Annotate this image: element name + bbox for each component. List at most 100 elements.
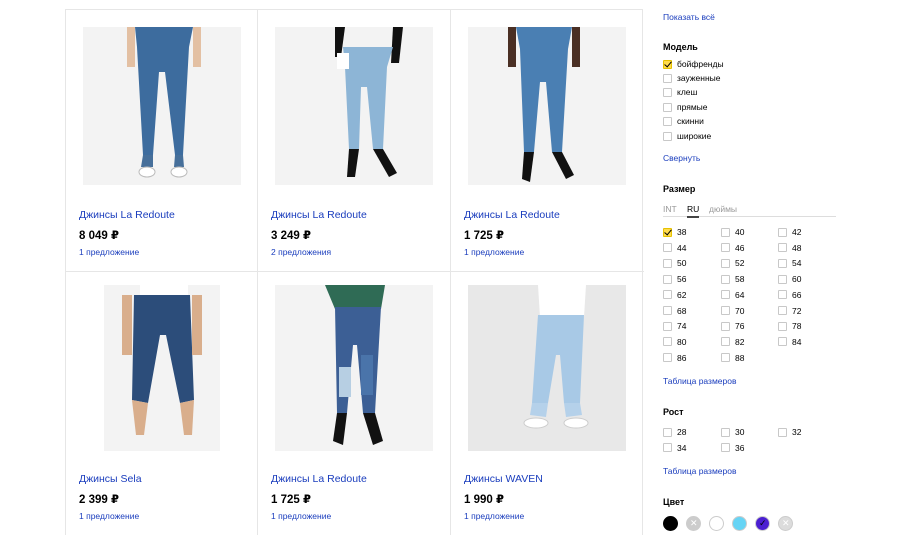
checkbox[interactable] [663, 306, 672, 315]
checkbox[interactable] [663, 321, 672, 331]
product-card[interactable]: Джинсы La Redoute 1 725 ₽ 1 предложение [258, 272, 451, 535]
product-image[interactable] [83, 27, 241, 185]
checkbox[interactable] [721, 353, 730, 363]
checkbox[interactable] [663, 258, 672, 268]
checkbox[interactable] [663, 102, 672, 112]
product-title[interactable]: Джинсы La Redoute [79, 209, 175, 221]
tab-int[interactable]: INT [663, 204, 677, 214]
model-option-boyfriend[interactable]: бойфренды [663, 59, 724, 69]
size-option-52[interactable]: 52 [721, 258, 744, 268]
size-option-72[interactable]: 72 [778, 306, 801, 316]
size-option-38[interactable]: 38 [663, 227, 686, 237]
product-offers-link[interactable]: 1 предложение [79, 511, 139, 521]
model-option-slim[interactable]: зауженные [663, 73, 721, 83]
size-option-64[interactable]: 64 [721, 290, 744, 300]
product-card[interactable]: Джинсы La Redoute 8 049 ₽ 1 предложение [66, 10, 258, 272]
checkbox[interactable] [663, 87, 672, 97]
product-title[interactable]: Джинсы La Redoute [464, 209, 560, 221]
color-swatch-light-blue[interactable] [732, 516, 747, 531]
checkbox[interactable] [778, 243, 787, 253]
checkbox[interactable] [778, 227, 787, 237]
size-option-74[interactable]: 74 [663, 321, 686, 331]
checkbox[interactable] [721, 321, 730, 331]
product-offers-link[interactable]: 1 предложение [271, 511, 331, 521]
product-card[interactable]: Джинсы La Redoute 1 725 ₽ 1 предложение [451, 10, 644, 272]
checkbox[interactable] [721, 227, 730, 237]
height-option-36[interactable]: 36 [721, 443, 744, 453]
checkbox[interactable] [663, 73, 672, 83]
height-table-link[interactable]: Таблица размеров [663, 466, 737, 476]
checkbox[interactable] [778, 337, 787, 347]
checkbox[interactable] [663, 427, 672, 437]
checkbox[interactable] [721, 306, 730, 315]
tab-inches[interactable]: дюймы [709, 204, 737, 214]
checkbox[interactable] [663, 290, 672, 300]
size-option-66[interactable]: 66 [778, 290, 801, 300]
size-option-68[interactable]: 68 [663, 306, 686, 316]
product-image[interactable] [104, 285, 220, 451]
checkbox[interactable] [778, 321, 787, 331]
collapse-link[interactable]: Свернуть [663, 153, 700, 163]
checkbox[interactable] [778, 258, 787, 268]
size-option-70[interactable]: 70 [721, 306, 744, 316]
checkbox[interactable] [663, 337, 672, 347]
product-image[interactable] [468, 27, 626, 185]
checkbox[interactable] [778, 427, 787, 437]
checkbox[interactable] [663, 227, 672, 237]
color-swatch-white[interactable] [709, 516, 724, 531]
size-option-62[interactable]: 62 [663, 290, 686, 300]
checkbox[interactable] [721, 290, 730, 300]
height-option-34[interactable]: 34 [663, 443, 686, 453]
product-offers-link[interactable]: 1 предложение [464, 247, 524, 257]
product-card[interactable]: Джинсы WAVEN 1 990 ₽ 1 предложение [451, 272, 644, 535]
show-all-link[interactable]: Показать всё [663, 12, 715, 22]
product-title[interactable]: Джинсы La Redoute [271, 209, 367, 221]
color-swatch-gray[interactable]: ✕ [686, 516, 701, 531]
color-swatch-purple[interactable]: ✓ [755, 516, 770, 531]
height-option-28[interactable]: 28 [663, 427, 686, 437]
product-title[interactable]: Джинсы WAVEN [464, 473, 543, 485]
checkbox[interactable] [721, 243, 730, 253]
checkbox[interactable] [663, 243, 672, 253]
product-offers-link[interactable]: 1 предложение [79, 247, 139, 257]
size-option-60[interactable]: 60 [778, 274, 801, 284]
size-option-56[interactable]: 56 [663, 274, 686, 284]
checkbox[interactable] [721, 443, 730, 452]
size-option-88[interactable]: 88 [721, 353, 744, 363]
checkbox[interactable] [721, 337, 730, 347]
checkbox[interactable] [663, 443, 672, 452]
size-option-76[interactable]: 76 [721, 321, 744, 331]
checkbox[interactable] [721, 427, 730, 437]
size-option-80[interactable]: 80 [663, 337, 686, 347]
product-image[interactable] [468, 285, 626, 451]
tab-ru[interactable]: RU [687, 204, 700, 218]
checkbox[interactable] [663, 353, 672, 363]
checkbox[interactable] [721, 258, 730, 268]
checkbox-checked[interactable] [663, 59, 672, 69]
model-option-straight[interactable]: прямые [663, 102, 708, 112]
model-option-wide[interactable]: широкие [663, 131, 711, 141]
checkbox[interactable] [721, 274, 730, 284]
size-option-40[interactable]: 40 [721, 227, 744, 237]
product-card[interactable]: Джинсы La Redoute 3 249 ₽ 2 предложения [258, 10, 451, 272]
model-option-skinny[interactable]: скинни [663, 116, 704, 126]
size-option-58[interactable]: 58 [721, 274, 744, 284]
size-option-42[interactable]: 42 [778, 227, 801, 237]
product-card[interactable]: Джинсы Sela 2 399 ₽ 1 предложение [66, 272, 258, 535]
product-image[interactable] [275, 27, 433, 185]
model-option-flare[interactable]: клеш [663, 87, 697, 97]
product-title[interactable]: Джинсы Sela [79, 473, 142, 485]
size-option-78[interactable]: 78 [778, 321, 801, 331]
size-option-50[interactable]: 50 [663, 258, 686, 268]
product-title[interactable]: Джинсы La Redoute [271, 473, 367, 485]
product-offers-link[interactable]: 2 предложения [271, 247, 331, 257]
checkbox[interactable] [663, 116, 672, 126]
height-option-32[interactable]: 32 [778, 427, 801, 437]
product-image[interactable] [275, 285, 433, 451]
checkbox[interactable] [663, 274, 672, 284]
height-option-30[interactable]: 30 [721, 427, 744, 437]
size-option-86[interactable]: 86 [663, 353, 686, 363]
size-option-46[interactable]: 46 [721, 243, 744, 253]
checkbox[interactable] [663, 131, 672, 141]
checkbox[interactable] [778, 274, 787, 284]
